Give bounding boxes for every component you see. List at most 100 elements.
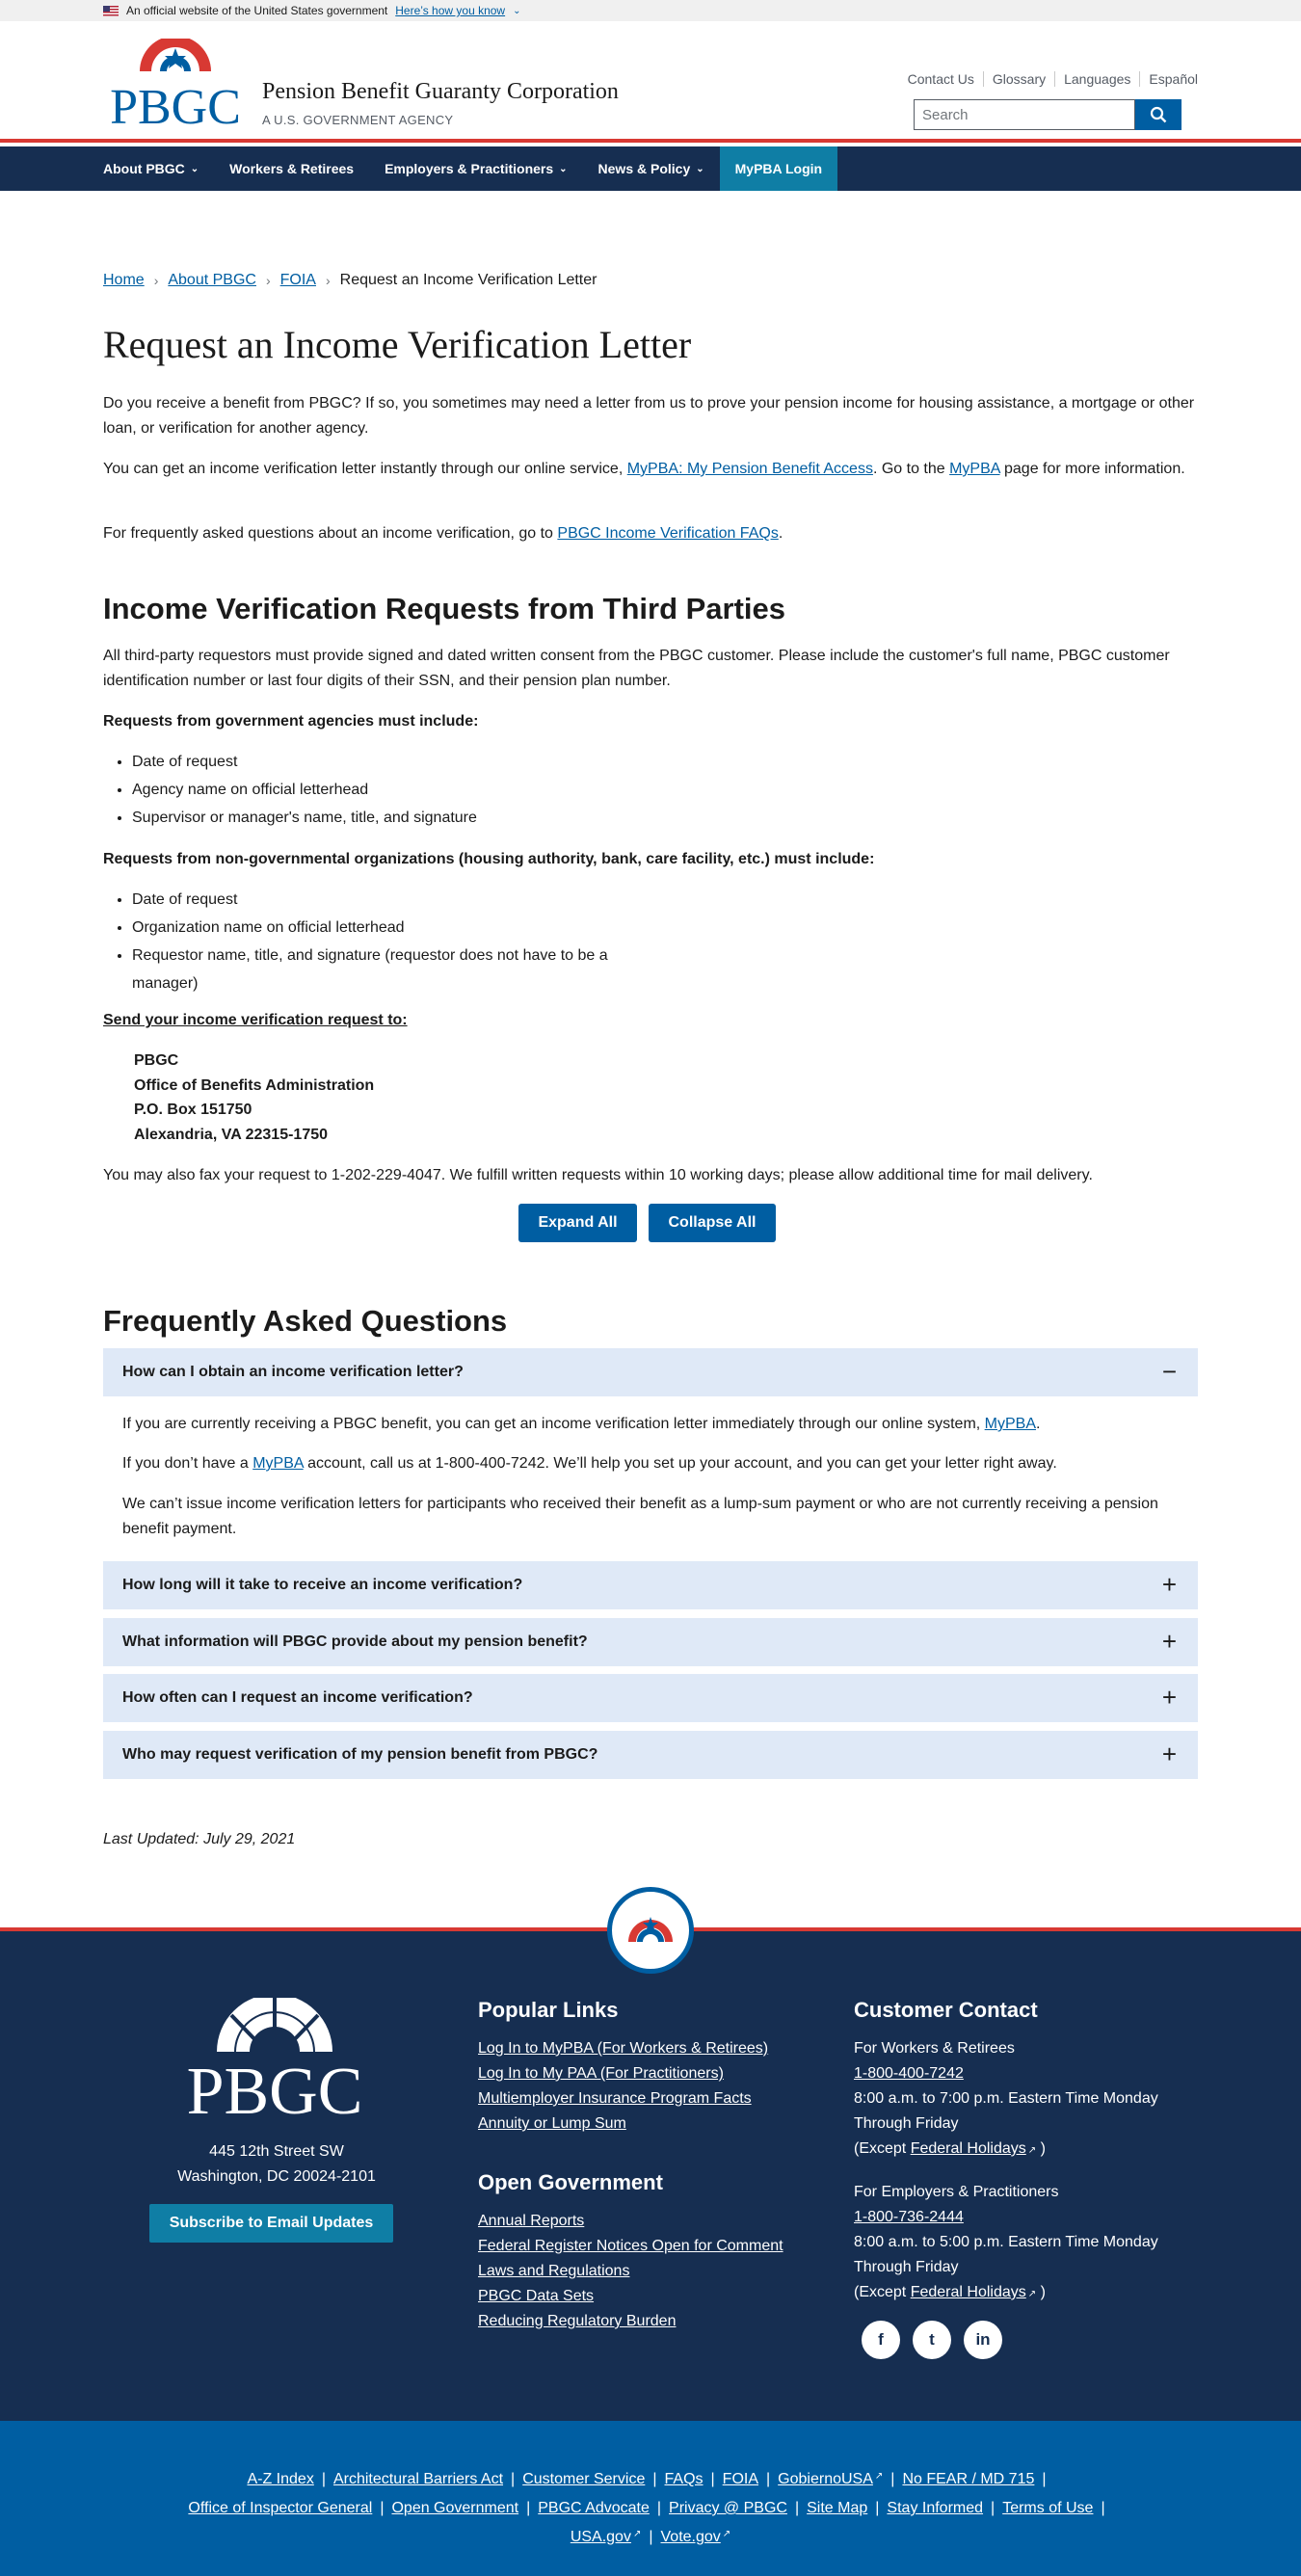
nav-about-pbgc[interactable]: About PBGC ⌄ bbox=[103, 146, 214, 191]
footer-link[interactable]: Log In to MyPBA (For Workers & Retirees) bbox=[478, 2036, 825, 2061]
bottom-links-bar: A-Z Index | Architectural Barriers Act | C… bbox=[0, 2421, 1301, 2576]
last-updated: Last Updated: July 29, 2021 bbox=[103, 1831, 296, 1847]
breadcrumb-foia[interactable]: FOIA bbox=[280, 272, 316, 289]
heres-how-you-know-link[interactable]: Here’s how you know bbox=[395, 4, 505, 17]
page-title: Request an Income Verification Letter bbox=[103, 323, 692, 366]
list-item: Agency name on official letterhead bbox=[132, 776, 477, 804]
external-link-icon: ↗ bbox=[722, 2529, 731, 2539]
breadcrumb-home[interactable]: Home bbox=[103, 272, 145, 289]
pbgc-emblem-icon bbox=[607, 1887, 694, 1974]
chevron-right-icon: › bbox=[153, 273, 159, 288]
expand-all-button[interactable]: Expand All bbox=[518, 1204, 637, 1242]
search-input[interactable] bbox=[914, 99, 1135, 130]
footer-link[interactable]: A-Z Index bbox=[247, 2471, 313, 2488]
intro-paragraph: Do you receive a benefit from PBGC? If s… bbox=[103, 395, 1195, 437]
chevron-down-icon[interactable]: ⌄ bbox=[513, 6, 520, 16]
footer-link[interactable]: Annuity or Lump Sum bbox=[478, 2111, 825, 2137]
footer-link[interactable]: Laws and Regulations bbox=[478, 2259, 825, 2284]
faq-question-5[interactable]: Who may request verification of my pensi… bbox=[103, 1731, 1198, 1779]
faq-paragraph: For frequently asked questions about an … bbox=[103, 525, 783, 542]
nav-news-policy[interactable]: News & Policy ⌄ bbox=[583, 146, 720, 191]
footer-address: 445 12th Street SW Washington, DC 20024-… bbox=[177, 2143, 376, 2185]
footer-link[interactable]: Customer Service bbox=[522, 2471, 645, 2488]
popular-links-heading: Popular Links bbox=[478, 1998, 619, 2022]
footer-link[interactable]: PBGC Advocate bbox=[538, 2500, 650, 2517]
site-header: PBGC Pension Benefit Guaranty Corporatio… bbox=[0, 21, 1301, 143]
footer-link[interactable]: USA.gov bbox=[571, 2529, 631, 2546]
breadcrumb-about-pbgc[interactable]: About PBGC bbox=[168, 272, 256, 289]
income-verification-faqs-link[interactable]: PBGC Income Verification FAQs bbox=[557, 525, 778, 542]
faq-question-2[interactable]: How long will it take to receive an inco… bbox=[103, 1561, 1198, 1609]
pbgc-footer-logo[interactable]: PBGC bbox=[178, 1998, 371, 2118]
footer-link[interactable]: Federal Register Notices Open for Commen… bbox=[478, 2234, 825, 2259]
mypba-link[interactable]: MyPBA bbox=[985, 1416, 1036, 1432]
third-parties-heading: Income Verification Requests from Third … bbox=[103, 592, 786, 625]
faq-question-1[interactable]: How can I obtain an income verification … bbox=[103, 1348, 1198, 1396]
footer-link[interactable]: Architectural Barriers Act bbox=[333, 2471, 503, 2488]
linkedin-icon[interactable]: in bbox=[964, 2321, 1002, 2359]
faq-question-3[interactable]: What information will PBGC provide about… bbox=[103, 1618, 1198, 1666]
search-icon bbox=[1150, 106, 1167, 123]
espanol-link[interactable]: Español bbox=[1139, 71, 1198, 87]
faq-heading: Frequently Asked Questions bbox=[103, 1304, 508, 1338]
breadcrumb: Home › About PBGC › FOIA › Request an In… bbox=[103, 272, 597, 289]
nav-workers-retirees[interactable]: Workers & Retirees bbox=[214, 146, 369, 191]
faq-answer-1-p1: If you are currently receiving a PBGC be… bbox=[122, 1416, 1041, 1432]
footer-link[interactable]: Annual Reports bbox=[478, 2209, 825, 2234]
footer-link[interactable]: Reducing Regulatory Burden bbox=[478, 2309, 825, 2334]
faq-question-4[interactable]: How often can I request an income verifi… bbox=[103, 1674, 1198, 1722]
chevron-down-icon: ⌄ bbox=[559, 163, 568, 174]
mypba-service-link[interactable]: MyPBA: My Pension Benefit Access bbox=[627, 461, 873, 477]
list-item: Organization name on official letterhead bbox=[132, 914, 608, 942]
chevron-right-icon: › bbox=[325, 273, 331, 288]
faq-answer-1-p3: We can’t issue income verification lette… bbox=[122, 1496, 1158, 1537]
plus-icon: + bbox=[1161, 1570, 1177, 1599]
mypba-login-button[interactable]: MyPBA Login bbox=[719, 146, 838, 191]
plus-icon: + bbox=[1161, 1683, 1177, 1712]
subscribe-button[interactable]: Subscribe to Email Updates bbox=[149, 2204, 393, 2243]
footer-link[interactable]: FOIA bbox=[723, 2471, 758, 2488]
footer-link[interactable]: Terms of Use bbox=[1002, 2500, 1093, 2517]
footer-link[interactable]: Vote.gov bbox=[661, 2529, 721, 2546]
external-link-icon: ↗ bbox=[1027, 2145, 1037, 2156]
footer-link[interactable]: FAQs bbox=[665, 2471, 704, 2488]
glossary-link[interactable]: Glossary bbox=[982, 71, 1054, 87]
third-parties-text: All third-party requestors must provide … bbox=[103, 648, 1170, 689]
federal-holidays-link[interactable]: Federal Holidays bbox=[911, 2284, 1026, 2300]
twitter-icon[interactable]: t bbox=[913, 2321, 951, 2359]
footer-link[interactable]: Privacy @ PBGC bbox=[669, 2500, 787, 2517]
footer-link[interactable]: Multiemployer Insurance Program Facts bbox=[478, 2086, 825, 2111]
workers-phone-link[interactable]: 1-800-400-7242 bbox=[854, 2061, 1201, 2086]
nav-employers-practitioners[interactable]: Employers & Practitioners ⌄ bbox=[369, 146, 582, 191]
open-government-column: Open Government Annual Reports Federal R… bbox=[478, 2170, 825, 2334]
mypba-page-link[interactable]: MyPBA bbox=[949, 461, 999, 477]
plus-icon: + bbox=[1161, 1627, 1177, 1656]
federal-holidays-link[interactable]: Federal Holidays bbox=[911, 2140, 1026, 2157]
send-request-heading: Send your income verification request to… bbox=[103, 1012, 408, 1028]
contact-us-link[interactable]: Contact Us bbox=[899, 71, 983, 87]
footer-link[interactable]: Office of Inspector General bbox=[188, 2500, 372, 2517]
agency-name[interactable]: Pension Benefit Guaranty Corporation bbox=[262, 79, 619, 105]
breadcrumb-current: Request an Income Verification Letter bbox=[339, 272, 597, 288]
search-button[interactable] bbox=[1135, 99, 1182, 130]
footer-link[interactable]: PBGC Data Sets bbox=[478, 2284, 825, 2309]
gov-banner-text: An official website of the United States… bbox=[126, 4, 388, 17]
footer-link[interactable]: GobiernoUSA bbox=[778, 2471, 873, 2488]
mailing-address: PBGC Office of Benefits Administration P… bbox=[134, 1052, 375, 1143]
pbgc-logo[interactable]: PBGC bbox=[103, 39, 248, 131]
facebook-icon[interactable]: f bbox=[862, 2321, 900, 2359]
external-link-icon: ↗ bbox=[1027, 2289, 1037, 2299]
bottom-links-row-3: USA.gov ↗ | Vote.gov ↗ bbox=[570, 2529, 731, 2546]
mypba-link[interactable]: MyPBA bbox=[252, 1455, 303, 1472]
employers-phone-link[interactable]: 1-800-736-2444 bbox=[854, 2205, 1201, 2230]
footer-link[interactable]: Log In to My PAA (For Practitioners) bbox=[478, 2061, 825, 2086]
languages-link[interactable]: Languages bbox=[1054, 71, 1139, 87]
footer-link[interactable]: Site Map bbox=[807, 2500, 867, 2517]
external-link-icon: ↗ bbox=[874, 2471, 884, 2482]
footer-link[interactable]: Stay Informed bbox=[887, 2500, 983, 2517]
collapse-all-button[interactable]: Collapse All bbox=[649, 1204, 776, 1242]
footer-link[interactable]: Open Government bbox=[391, 2500, 518, 2517]
list-item: Supervisor or manager's name, title, and… bbox=[132, 804, 477, 832]
plus-icon: + bbox=[1161, 1739, 1177, 1768]
footer-link[interactable]: No FEAR / MD 715 bbox=[902, 2471, 1034, 2488]
